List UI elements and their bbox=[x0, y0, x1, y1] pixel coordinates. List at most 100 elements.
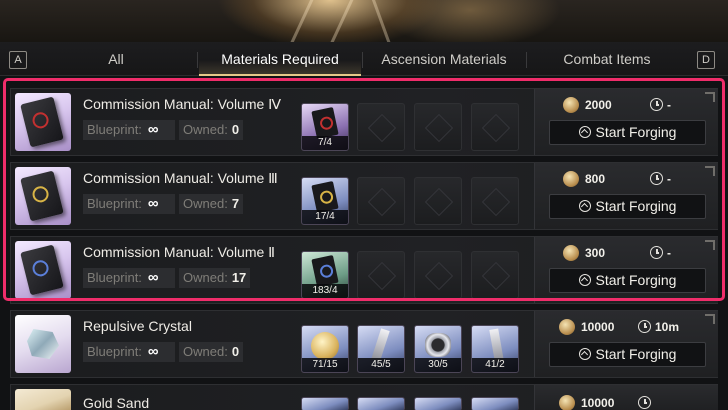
material-slot[interactable]: 30/5 bbox=[414, 325, 462, 373]
gold-coin-icon bbox=[311, 332, 339, 360]
corner-mark-icon bbox=[705, 240, 715, 250]
forge-item-row[interactable]: Commission Manual: Volume Ⅲ Blueprint: ∞ … bbox=[10, 162, 718, 230]
forge-panel: 2000 - Start Forging bbox=[534, 89, 718, 155]
empty-material-slot bbox=[471, 177, 519, 225]
forge-time: 10m bbox=[655, 320, 680, 334]
start-forging-button[interactable]: Start Forging bbox=[549, 120, 706, 145]
empty-material-slot bbox=[414, 251, 462, 299]
item-name: Commission Manual: Volume Ⅳ bbox=[83, 96, 282, 112]
material-slot[interactable] bbox=[414, 397, 462, 410]
corner-mark-icon bbox=[705, 166, 715, 176]
material-slot[interactable]: 7/4 bbox=[301, 103, 349, 151]
blueprint-chip: Blueprint: ∞ bbox=[83, 342, 175, 362]
tab-prev-key[interactable]: A bbox=[9, 51, 27, 69]
forge-panel: 800 - Start Forging bbox=[534, 163, 718, 229]
category-tabs: A All Materials Required Ascension Mater… bbox=[0, 42, 728, 76]
empty-material-slot bbox=[357, 103, 405, 151]
tab-next-key[interactable]: D bbox=[697, 51, 715, 69]
material-slot[interactable]: 17/4 bbox=[301, 177, 349, 225]
coin-icon bbox=[563, 245, 579, 261]
crystal-icon bbox=[27, 329, 59, 359]
empty-material-slot bbox=[414, 103, 462, 151]
empty-material-slot bbox=[357, 251, 405, 299]
item-name: Commission Manual: Volume Ⅲ bbox=[83, 170, 278, 186]
material-slot[interactable] bbox=[357, 397, 405, 410]
forge-cost: 300 bbox=[585, 246, 606, 260]
owned-chip: Owned: 0 bbox=[179, 342, 244, 362]
blueprint-chip: Blueprint: ∞ bbox=[83, 194, 175, 214]
forge-panel: 10000 bbox=[534, 385, 718, 410]
commission-manual-red-icon bbox=[311, 107, 339, 139]
tab-ascension-materials[interactable]: Ascension Materials bbox=[364, 42, 524, 76]
material-slot[interactable]: 71/15 bbox=[301, 325, 349, 373]
material-slot[interactable] bbox=[471, 397, 519, 410]
material-slot[interactable]: 45/5 bbox=[357, 325, 405, 373]
forge-cost: 10000 bbox=[581, 320, 615, 334]
blade-icon bbox=[371, 328, 390, 362]
tab-materials-required[interactable]: Materials Required bbox=[199, 42, 361, 76]
item-thumbnail bbox=[15, 315, 71, 373]
forge-item-row[interactable]: Gold Sand 10000 bbox=[10, 384, 718, 410]
tab-combat-items[interactable]: Combat Items bbox=[528, 42, 686, 76]
corner-mark-icon bbox=[705, 314, 715, 324]
forge-panel: 300 - Start Forging bbox=[534, 237, 718, 303]
owned-chip: Owned: 0 bbox=[179, 120, 244, 140]
commission-manual-icon bbox=[20, 244, 64, 296]
start-forging-button[interactable]: Start Forging bbox=[549, 268, 706, 293]
coin-icon bbox=[563, 171, 579, 187]
item-thumbnail bbox=[15, 167, 71, 225]
item-thumbnail bbox=[15, 241, 71, 299]
ring-icon bbox=[425, 333, 451, 357]
forge-icon bbox=[578, 274, 591, 286]
clock-icon bbox=[638, 320, 651, 333]
coin-icon bbox=[559, 395, 575, 410]
forge-time: - bbox=[667, 172, 671, 186]
start-forging-button[interactable]: Start Forging bbox=[549, 194, 706, 219]
material-quantity: 183/4 bbox=[302, 284, 348, 298]
empty-material-slot bbox=[357, 177, 405, 225]
owned-chip: Owned: 7 bbox=[179, 194, 244, 214]
clock-icon bbox=[638, 396, 651, 409]
forge-cost: 800 bbox=[585, 172, 606, 186]
forge-time: - bbox=[667, 98, 671, 112]
item-thumbnail bbox=[15, 389, 71, 410]
start-forging-button[interactable]: Start Forging bbox=[549, 342, 706, 367]
clock-icon bbox=[650, 98, 663, 111]
commission-manual-blue-icon bbox=[311, 255, 339, 287]
infinity-icon: ∞ bbox=[147, 195, 159, 212]
forge-icon bbox=[578, 200, 591, 212]
forge-time: - bbox=[667, 246, 671, 260]
shard-icon bbox=[489, 328, 504, 362]
blueprint-chip: Blueprint: ∞ bbox=[83, 120, 175, 140]
commission-manual-icon bbox=[20, 170, 64, 222]
material-quantity: 41/2 bbox=[472, 358, 518, 372]
forge-item-row[interactable]: Commission Manual: Volume Ⅳ Blueprint: ∞ … bbox=[10, 88, 718, 156]
material-quantity: 30/5 bbox=[415, 358, 461, 372]
material-slot[interactable]: 183/4 bbox=[301, 251, 349, 299]
forge-icon bbox=[578, 348, 591, 360]
infinity-icon: ∞ bbox=[147, 121, 159, 138]
coin-icon bbox=[559, 319, 575, 335]
empty-material-slot bbox=[414, 177, 462, 225]
material-slot[interactable]: 41/2 bbox=[471, 325, 519, 373]
material-quantity: 17/4 bbox=[302, 210, 348, 224]
infinity-icon: ∞ bbox=[147, 343, 159, 360]
item-name: Repulsive Crystal bbox=[83, 318, 192, 334]
item-name: Gold Sand bbox=[83, 395, 150, 410]
coin-icon bbox=[563, 97, 579, 113]
owned-chip: Owned: 17 bbox=[179, 268, 251, 288]
forge-item-row[interactable]: Repulsive Crystal Blueprint: ∞ Owned: 0 71… bbox=[10, 310, 718, 378]
material-quantity: 7/4 bbox=[302, 136, 348, 150]
forge-panel: 10000 10m Start Forging bbox=[534, 311, 718, 377]
forge-icon bbox=[578, 126, 591, 138]
material-slot[interactable] bbox=[301, 397, 349, 410]
clock-icon bbox=[650, 246, 663, 259]
infinity-icon: ∞ bbox=[147, 269, 159, 286]
tab-all[interactable]: All bbox=[60, 42, 172, 76]
empty-material-slot bbox=[471, 103, 519, 151]
material-quantity: 45/5 bbox=[358, 358, 404, 372]
clock-icon bbox=[650, 172, 663, 185]
forge-item-row[interactable]: Commission Manual: Volume Ⅱ Blueprint: ∞ … bbox=[10, 236, 718, 304]
commission-manual-icon bbox=[20, 96, 64, 148]
material-quantity: 71/15 bbox=[302, 358, 348, 372]
